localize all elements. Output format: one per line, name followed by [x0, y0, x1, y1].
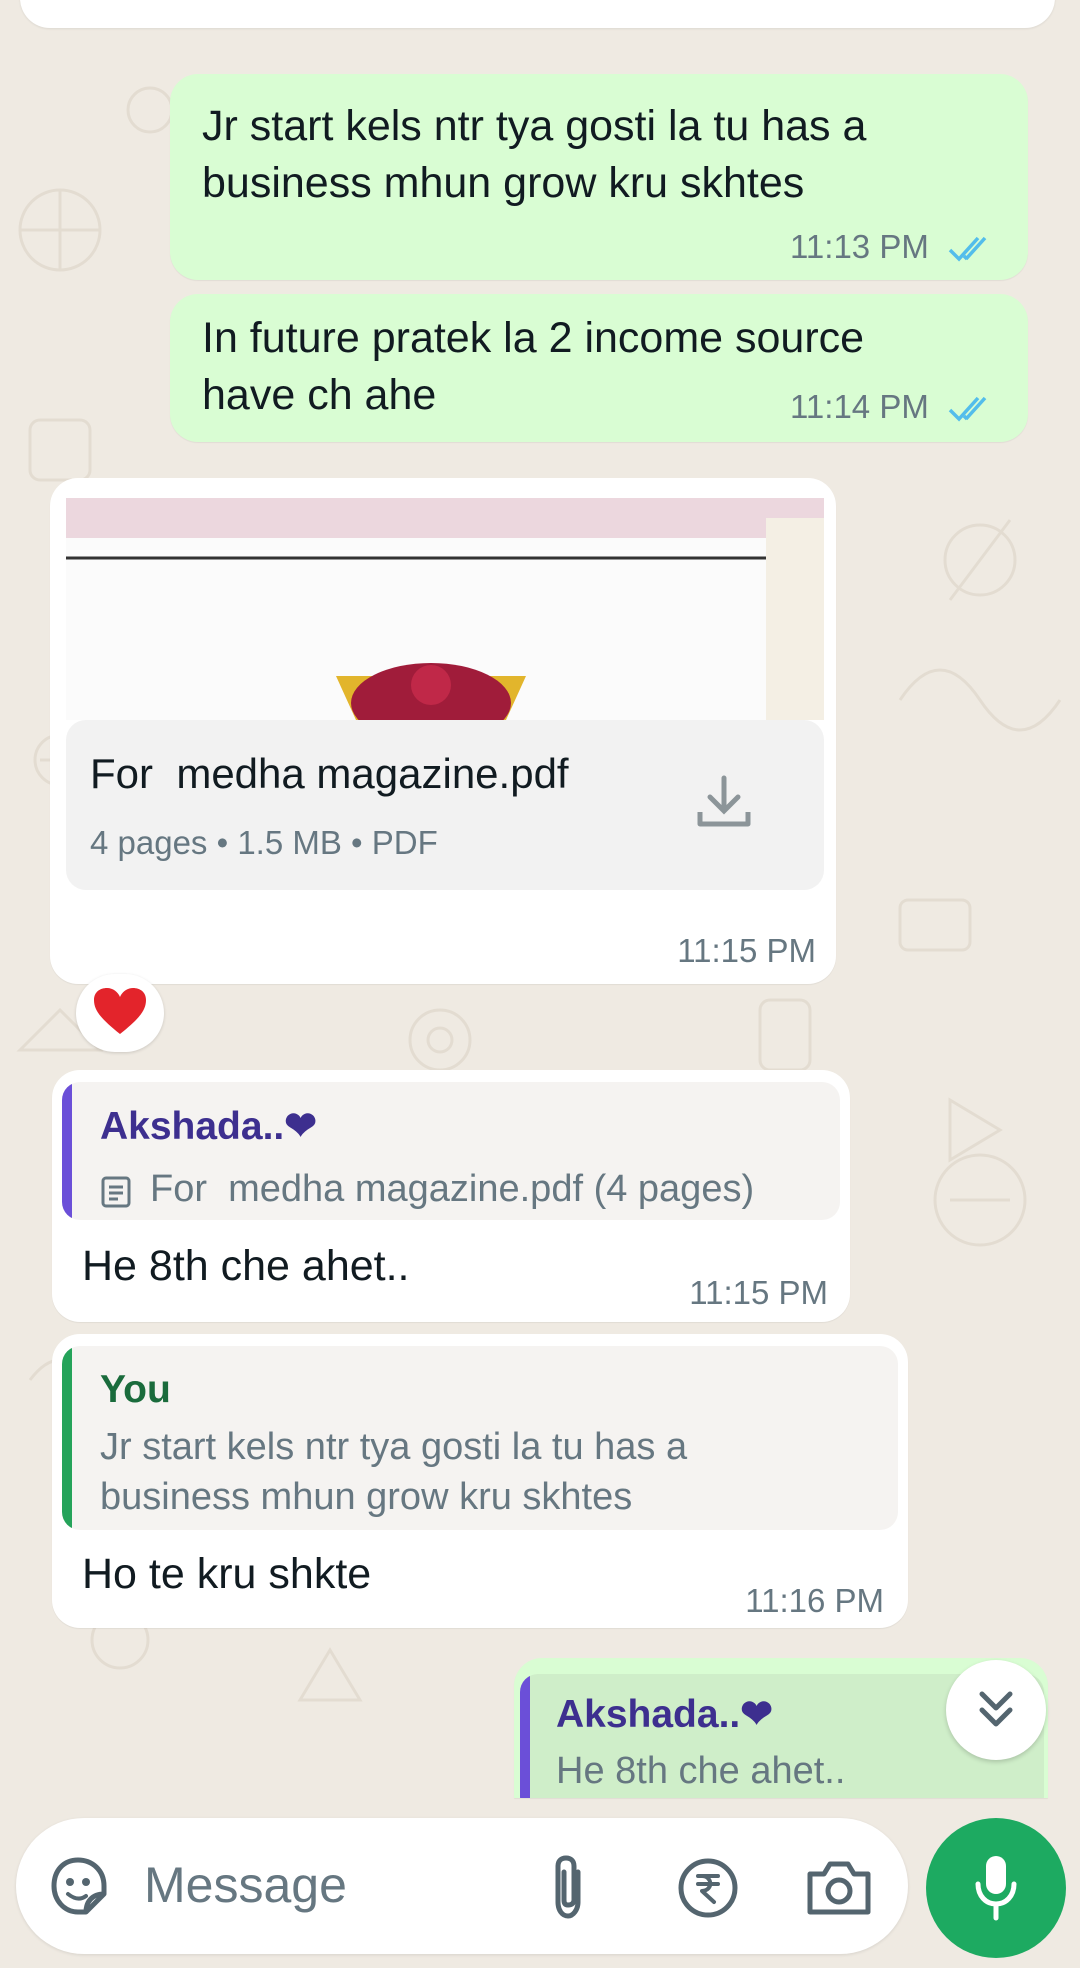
quote-accent-bar [520, 1674, 530, 1798]
outgoing-message[interactable]: In future pratek la 2 income source have… [170, 294, 1028, 442]
message-text: Jr start kels ntr tya gosti la tu has a … [202, 102, 867, 207]
message-input[interactable]: Message [144, 1856, 347, 1914]
attach-icon[interactable] [544, 1852, 592, 1922]
quote-text: Jr start kels ntr tya gosti la tu has a … [100, 1426, 688, 1518]
message-meta: 11:13 PM [790, 228, 998, 266]
incoming-reply-message[interactable]: You Jr start kels ntr tya gosti la tu ha… [52, 1334, 908, 1628]
double-check-icon [948, 397, 987, 422]
document-file-name: For medha magazine.pdf [90, 750, 569, 797]
message-text: He 8th che ahet.. [82, 1242, 410, 1290]
incoming-reply-message[interactable]: Akshada..❤ For medha magazine.pdf (4 pag… [52, 1070, 850, 1322]
heart-reaction-icon [94, 988, 146, 1034]
sticker-icon[interactable] [46, 1854, 110, 1918]
scroll-to-bottom-button[interactable] [946, 1660, 1046, 1760]
message-reaction[interactable] [76, 974, 164, 1052]
incoming-document-message[interactable]: For medha magazine.pdf 4 pages • 1.5 MB … [50, 478, 836, 984]
quote-author: Akshada..❤ [556, 1693, 773, 1736]
rupee-payment-icon[interactable] [676, 1856, 740, 1920]
message-composer: Message [16, 1818, 908, 1954]
message-time: 11:16 PM [745, 1582, 884, 1619]
message-text: Ho te kru shkte [82, 1550, 372, 1598]
mic-icon [975, 1856, 1017, 1921]
quote-author: You [100, 1368, 171, 1411]
document-card[interactable]: For medha magazine.pdf 4 pages • 1.5 MB … [66, 720, 824, 890]
document-icon [101, 1176, 131, 1208]
download-icon[interactable] [694, 772, 754, 832]
quoted-message[interactable]: Akshada..❤ For medha magazine.pdf (4 pag… [62, 1082, 840, 1220]
quote-accent-bar [62, 1082, 72, 1220]
voice-record-button[interactable] [926, 1818, 1066, 1958]
quote-text: For medha magazine.pdf (4 pages) [150, 1168, 755, 1210]
quote-author: Akshada..❤ [100, 1105, 317, 1148]
quote-text: He 8th che ahet.. [556, 1750, 846, 1792]
message-time: 11:14 PM [790, 388, 929, 425]
message-time: 11:15 PM [677, 932, 816, 969]
previous-message-edge [20, 0, 1055, 28]
quote-accent-bar [62, 1346, 72, 1530]
double-chevron-down-icon [979, 1691, 1013, 1727]
outgoing-message[interactable]: Jr start kels ntr tya gosti la tu has a … [170, 74, 1028, 280]
message-text: In future pratek la 2 income source have… [202, 314, 865, 419]
quoted-message[interactable]: You Jr start kels ntr tya gosti la tu ha… [62, 1346, 898, 1530]
document-file-meta: 4 pages • 1.5 MB • PDF [90, 824, 438, 861]
document-preview-thumbnail[interactable] [66, 498, 824, 720]
camera-icon[interactable] [806, 1858, 872, 1916]
message-time: 11:13 PM [790, 228, 929, 265]
double-check-icon [948, 237, 987, 262]
message-time: 11:15 PM [689, 1274, 828, 1311]
message-meta: 11:14 PM [790, 388, 998, 426]
